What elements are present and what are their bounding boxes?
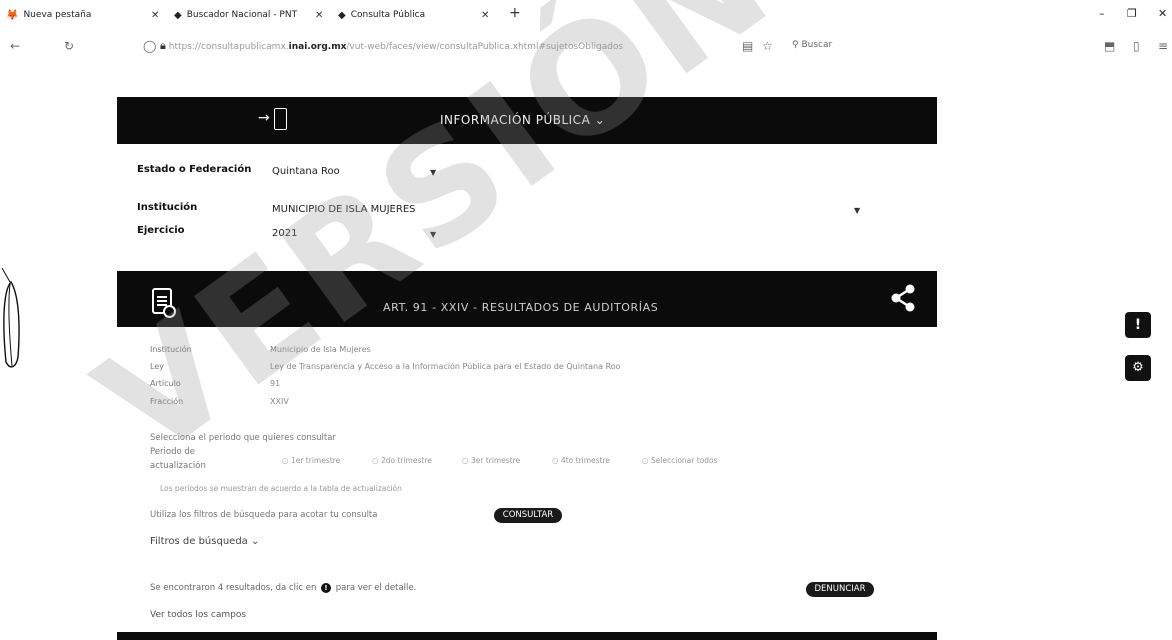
alert-icon[interactable]: ! bbox=[1125, 312, 1151, 338]
back-icon[interactable]: ← bbox=[10, 39, 20, 53]
periodo-label-1: Periodo de bbox=[150, 447, 196, 457]
close-icon[interactable]: ✕ bbox=[315, 10, 323, 21]
option-label: Seleccionar todos bbox=[650, 456, 718, 465]
tab-buscador[interactable]: ◆ Buscador Nacional - PNT ✕ bbox=[174, 0, 323, 30]
results-text-before: Se encontraron 4 resultados, da clic en bbox=[150, 583, 317, 593]
institucion-label: Institución bbox=[137, 202, 198, 213]
info-articulo-value: 91 bbox=[270, 379, 281, 388]
ejercicio-select[interactable]: 2021 bbox=[272, 228, 297, 239]
chevron-down-icon[interactable]: ▼ bbox=[854, 206, 860, 215]
browser-tab-bar: 🦊 Nueva pestaña ✕ ◆ Buscador Nacional - … bbox=[0, 0, 1172, 30]
consultar-button[interactable]: CONSULTAR bbox=[494, 508, 562, 523]
periodo-note: Los periodos se muestran de acuerdo a la… bbox=[160, 484, 402, 493]
info-fraccion-value: XXIV bbox=[270, 397, 289, 406]
section-title: ART. 91 - XXIV - RESULTADOS DE AUDITORÍA… bbox=[383, 301, 659, 314]
close-icon[interactable]: ✕ bbox=[151, 10, 159, 21]
close-window-icon[interactable]: ✕ bbox=[1158, 7, 1167, 20]
reload-icon[interactable]: ↻ bbox=[64, 39, 74, 53]
periodo-option-3[interactable]: ○ 3er trimestre bbox=[462, 456, 520, 465]
filtros-busqueda-toggle[interactable]: Filtros de búsqueda ⌄ bbox=[150, 536, 259, 547]
option-label: 3er trimestre bbox=[470, 456, 521, 465]
periodo-instruction: Selecciona el periodo que quieres consul… bbox=[150, 433, 336, 443]
url-bar[interactable]: 🔒︎ https://consultapublicamx.inai.org.mx… bbox=[160, 39, 623, 53]
pocket-icon[interactable]: ⬒ bbox=[1104, 39, 1115, 53]
url-prefix: https://consultapublicamx. bbox=[168, 42, 289, 52]
browser-nav-bar: ← ↻ ◯ 🔒︎ https://consultapublicamx.inai.… bbox=[0, 30, 1172, 66]
url-suffix: /vut-web/faces/view/consultaPublica.xhtm… bbox=[346, 42, 624, 52]
denunciar-button[interactable]: DENUNCIAR bbox=[806, 582, 874, 597]
wrench-icon[interactable]: ⚙ bbox=[1125, 355, 1151, 381]
tab-label: Nueva pestaña bbox=[23, 10, 92, 20]
menu-icon[interactable]: ≡ bbox=[1158, 39, 1168, 53]
minimize-icon[interactable]: – bbox=[1099, 7, 1105, 20]
estado-label: Estado o Federación bbox=[137, 164, 252, 175]
info-ley-label: Ley bbox=[150, 362, 164, 371]
pnt-icon: ◆ bbox=[174, 9, 182, 21]
periodo-option-all[interactable]: ○ Seleccionar todos bbox=[642, 456, 718, 465]
arrow-right-icon: → bbox=[258, 110, 270, 126]
search-icon: ⚲ bbox=[792, 40, 799, 50]
watermark: VERSIÓN PÚ bbox=[68, 0, 1041, 493]
margin-sketch-image bbox=[1, 267, 20, 368]
results-text-after: para ver el detalle. bbox=[335, 583, 417, 593]
close-icon[interactable]: ✕ bbox=[481, 10, 489, 21]
periodo-label-2: actualización bbox=[150, 461, 206, 471]
option-label: 4to trimestre bbox=[560, 456, 611, 465]
estado-select[interactable]: Quintana Roo bbox=[272, 166, 340, 177]
info-articulo-label: Artículo bbox=[150, 379, 181, 388]
pnt-icon: ◆ bbox=[338, 9, 346, 21]
search-hint: Utiliza los filtros de búsqueda para aco… bbox=[150, 510, 378, 520]
section-header bbox=[117, 271, 937, 327]
results-count: Se encontraron 4 resultados, da clic en … bbox=[150, 583, 416, 593]
bookmark-star-icon[interactable]: ☆ bbox=[762, 39, 773, 53]
info-institucion-label: Institución bbox=[150, 345, 192, 354]
info-ley-value: Ley de Transparencia y Acceso a la Infor… bbox=[270, 362, 621, 371]
institucion-select[interactable]: MUNICIPIO DE ISLA MUJERES bbox=[272, 204, 415, 215]
tab-label: Buscador Nacional - PNT bbox=[186, 10, 298, 20]
url-domain: inai.org.mx bbox=[288, 42, 347, 52]
document-clock-icon bbox=[152, 288, 176, 318]
info-publica-menu[interactable]: INFORMACIÓN PÚBLICA ⌄ bbox=[440, 113, 605, 127]
periodo-option-4[interactable]: ○ 4to trimestre bbox=[552, 456, 610, 465]
shield-icon[interactable]: ◯ bbox=[143, 39, 156, 53]
tab-new-tab[interactable]: 🦊 Nueva pestaña ✕ bbox=[6, 0, 159, 30]
chevron-down-icon[interactable]: ▼ bbox=[430, 168, 436, 177]
lock-icon: 🔒︎ bbox=[160, 39, 166, 52]
option-label: 2do trimestre bbox=[380, 456, 432, 465]
ver-todos-campos-link[interactable]: Ver todos los campos bbox=[150, 610, 246, 620]
periodo-option-1[interactable]: ○ 1er trimestre bbox=[282, 456, 340, 465]
extensions-icon[interactable]: ▯ bbox=[1133, 39, 1140, 53]
login-icon[interactable]: → bbox=[258, 108, 298, 130]
firefox-icon: 🦊 bbox=[6, 9, 19, 21]
share-icon[interactable] bbox=[890, 284, 916, 312]
door-icon bbox=[274, 108, 287, 130]
info-icon: ! bbox=[321, 583, 332, 593]
search-placeholder: Buscar bbox=[801, 40, 833, 50]
info-fraccion-label: Fracción bbox=[150, 397, 184, 406]
info-institucion-value: Municipio de Isla Mujeres bbox=[270, 345, 371, 354]
chevron-down-icon[interactable]: ▼ bbox=[430, 230, 436, 239]
tab-label: Consulta Pública bbox=[350, 10, 426, 20]
option-label: 1er trimestre bbox=[290, 456, 341, 465]
new-tab-button[interactable]: + bbox=[509, 5, 521, 21]
reader-icon[interactable]: ▤ bbox=[742, 39, 753, 53]
table-header-bar bbox=[117, 632, 937, 640]
search-input[interactable]: ⚲ Buscar bbox=[792, 40, 832, 50]
tab-consulta[interactable]: ◆ Consulta Pública ✕ bbox=[338, 0, 489, 30]
maximize-icon[interactable]: ❐ bbox=[1127, 7, 1137, 20]
periodo-option-2[interactable]: ○ 2do trimestre bbox=[372, 456, 432, 465]
ejercicio-label: Ejercicio bbox=[137, 225, 185, 236]
